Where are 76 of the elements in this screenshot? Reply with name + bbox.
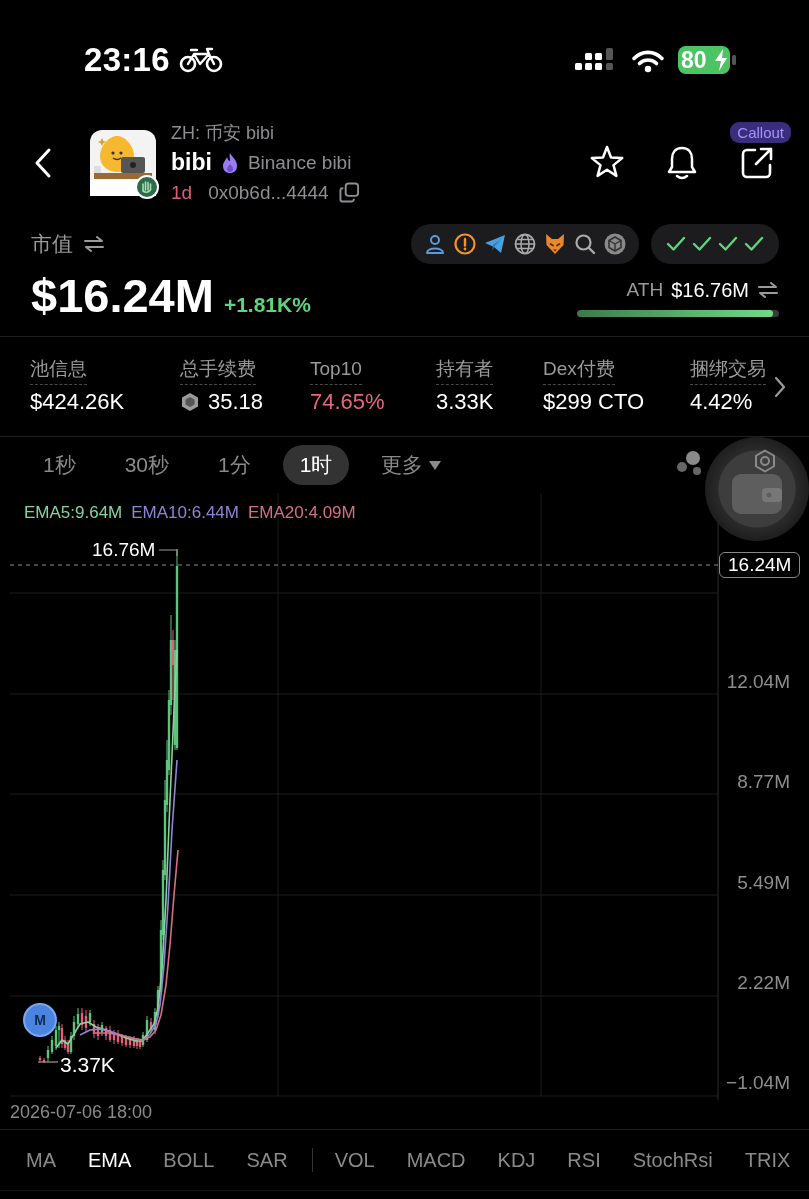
timeframe-tab[interactable]: 1时: [282, 445, 350, 485]
cube-coin-icon: [180, 392, 200, 412]
timeframe-tab[interactable]: 30秒: [107, 445, 187, 485]
indicator-tab[interactable]: RSI: [557, 1142, 611, 1178]
indicator-tab[interactable]: MACD: [396, 1142, 476, 1178]
indicator-tab[interactable]: SAR: [236, 1142, 298, 1178]
battery-icon: [678, 45, 736, 75]
stat-value: 74.65%: [310, 390, 385, 414]
stat-value: $424.26K: [30, 390, 125, 414]
stat-label: 捆绑交易: [690, 356, 766, 385]
indicator-tab[interactable]: KDJ: [487, 1142, 546, 1178]
stat-value: 3.33K: [436, 390, 494, 414]
back-icon[interactable]: [33, 146, 53, 179]
signal-icon: [575, 48, 613, 72]
chevron-right-icon: [773, 374, 787, 399]
indicator-tab[interactable]: StochRsi: [622, 1142, 723, 1178]
contract-address: 0x0b6d...4444: [208, 181, 329, 204]
timeframe-tab[interactable]: 1秒: [26, 445, 93, 485]
warning-icon[interactable]: [454, 233, 476, 255]
high-price-label: 16.76M: [92, 539, 156, 561]
flame-icon: [220, 151, 239, 174]
fox-head-icon[interactable]: [544, 233, 566, 255]
bubbles-icon[interactable]: [676, 450, 704, 476]
search-icon[interactable]: [574, 233, 596, 255]
stat-value: 35.18: [208, 390, 264, 414]
leader-line: [37, 1061, 59, 1063]
ema-legend-label: EMA10:6.44M: [131, 503, 239, 523]
indicator-tab[interactable]: BOLL: [153, 1142, 225, 1178]
token-age: 1d: [171, 181, 193, 204]
caret-down-icon: [429, 460, 442, 470]
time-axis-label: 2026-07-06 18:00: [10, 1101, 153, 1123]
current-price-tag: 16.24M: [719, 552, 801, 578]
wallet-icon: [732, 474, 782, 514]
y-axis-label: 2.22M: [737, 972, 790, 994]
leader-line: [158, 549, 178, 557]
ema-legend-label: EMA5:9.64M: [24, 503, 123, 523]
clock-time: 23:16: [84, 41, 170, 79]
stat-label: 持有者: [436, 356, 493, 385]
y-axis-label: 12.04M: [726, 671, 790, 693]
ema-legend-label: EMA20:4.09M: [248, 503, 356, 523]
ath-value: $16.76M: [671, 278, 749, 302]
y-axis-label: 8.77M: [737, 771, 790, 793]
y-axis-label: 5.49M: [737, 872, 790, 894]
stat-label: 池信息: [30, 356, 87, 385]
more-dropdown[interactable]: 更多: [364, 445, 459, 485]
low-price-label: 3.37K: [60, 1053, 115, 1077]
bicycle-icon: [178, 47, 223, 73]
swap-icon[interactable]: [757, 282, 779, 298]
market-cap-value: $16.24M: [31, 269, 214, 323]
callout-tag[interactable]: Callout: [730, 122, 791, 143]
token-name: Binance bibi: [247, 151, 352, 174]
indicator-tab[interactable]: EMA: [78, 1142, 142, 1178]
stat-value: $299 CTO: [543, 390, 645, 414]
stat-label: 总手续费: [180, 356, 256, 385]
token-alias: ZH: 币安 bibi: [171, 121, 276, 145]
stat-label: Dex付费: [543, 356, 615, 385]
price-change: +1.81K%: [223, 293, 311, 317]
indicator-tab[interactable]: TRIX: [734, 1142, 801, 1178]
stat-label: Top10: [310, 356, 362, 385]
y-axis-label: −1.04M: [726, 1072, 790, 1094]
person-icon[interactable]: [424, 233, 446, 255]
timeframe-tab[interactable]: 1分: [201, 445, 268, 485]
token-symbol: bibi: [171, 149, 212, 176]
copy-icon[interactable]: [338, 182, 360, 203]
cube-coin-icon[interactable]: [604, 233, 626, 255]
swap-icon[interactable]: [83, 236, 105, 252]
stat-value: 4.42%: [690, 390, 753, 414]
ath-label: ATH: [626, 279, 664, 301]
paper-plane-icon[interactable]: [484, 233, 506, 255]
globe-icon[interactable]: [514, 233, 536, 255]
mascot-drawing: [90, 129, 156, 196]
market-cap-label: 市值: [31, 231, 73, 257]
trade-marker[interactable]: M: [23, 1003, 57, 1037]
battery-level: 80: [681, 46, 707, 75]
hex-nut-icon: [753, 449, 777, 473]
indicator-tab[interactable]: MA: [16, 1142, 66, 1178]
